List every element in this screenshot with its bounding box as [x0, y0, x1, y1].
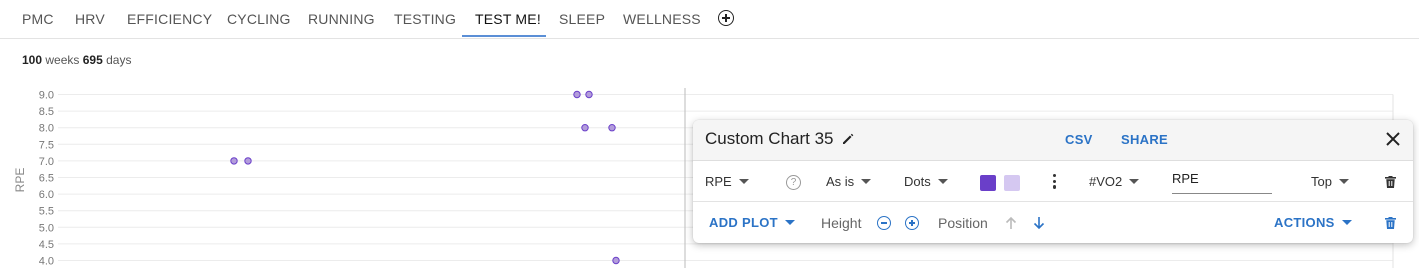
- chevron-down-icon: [861, 179, 872, 184]
- tab-bar: PMC HRV EFFICIENCY CYCLING RUNNING TESTI…: [0, 0, 1419, 39]
- y-tick-label: 4.5: [39, 239, 54, 251]
- y-tick-label: 8.5: [39, 106, 54, 118]
- y-axis-ticks: 9.0 8.5 8.0 7.5 7.0 6.5 6.0 5.5 5.0 4.5 4.0: [39, 90, 54, 268]
- metric-select[interactable]: RPE: [705, 174, 749, 189]
- data-point[interactable]: [612, 256, 620, 265]
- y-tick-label: 8.0: [39, 123, 54, 135]
- more-options-icon[interactable]: [1053, 174, 1057, 190]
- tab-cycling[interactable]: CYCLING: [227, 11, 291, 27]
- share-button[interactable]: SHARE: [1121, 132, 1168, 147]
- chevron-down-icon: [784, 220, 795, 225]
- decrease-height-icon[interactable]: [877, 216, 891, 230]
- y-tick-label: 9.0: [39, 90, 54, 102]
- close-icon[interactable]: [1385, 131, 1401, 147]
- days-unit: days: [106, 53, 132, 67]
- tab-pmc[interactable]: PMC: [22, 11, 54, 27]
- chevron-down-icon: [1338, 179, 1349, 184]
- edit-pencil-icon[interactable]: [841, 132, 855, 146]
- y-tick-label: 5.5: [39, 206, 54, 218]
- metric-select-value: RPE: [705, 174, 732, 189]
- tab-wellness[interactable]: WELLNESS: [623, 11, 701, 27]
- data-point[interactable]: [581, 124, 589, 132]
- actions-label: ACTIONS: [1274, 215, 1335, 230]
- add-plot-button[interactable]: ADD PLOT: [709, 215, 795, 230]
- weeks-unit: weeks: [45, 53, 80, 67]
- y-tick-label: 5.0: [39, 222, 54, 234]
- arrow-up-icon[interactable]: [1005, 216, 1017, 230]
- active-tab-indicator: [462, 35, 546, 37]
- chevron-down-icon: [1341, 220, 1352, 225]
- delete-plot-trash-icon[interactable]: [1385, 176, 1396, 188]
- chevron-down-icon: [1129, 179, 1140, 184]
- tag-select[interactable]: #VO2: [1089, 174, 1140, 189]
- arrow-down-icon[interactable]: [1033, 216, 1045, 230]
- tab-running[interactable]: RUNNING: [308, 11, 375, 27]
- panel-title: Custom Chart 35: [705, 129, 834, 148]
- tag-select-value: #VO2: [1089, 174, 1123, 189]
- chevron-down-icon: [738, 179, 749, 184]
- y-tick-label: 7.0: [39, 156, 54, 168]
- style-select-value: Dots: [904, 174, 931, 189]
- tab-efficiency[interactable]: EFFICIENCY: [127, 11, 212, 27]
- height-label: Height: [821, 215, 862, 231]
- csv-button[interactable]: CSV: [1065, 132, 1093, 147]
- style-select[interactable]: Dots: [904, 174, 948, 189]
- actions-button[interactable]: ACTIONS: [1274, 215, 1352, 230]
- date-range-summary: 100 weeks 695 days: [22, 53, 131, 67]
- chart-controls-row: ADD PLOT Height Position ACTIONS: [693, 202, 1413, 242]
- y-tick-label: 7.5: [39, 139, 54, 151]
- data-point[interactable]: [230, 157, 238, 165]
- transform-select[interactable]: As is: [826, 174, 872, 189]
- delete-chart-trash-icon[interactable]: [1385, 217, 1396, 229]
- data-point[interactable]: [573, 90, 581, 99]
- y-axis-label: RPE: [13, 168, 27, 193]
- days-value: 695: [82, 53, 103, 67]
- add-tab-icon[interactable]: [718, 10, 734, 26]
- light-color-swatch[interactable]: [1004, 175, 1020, 191]
- tab-sleep[interactable]: SLEEP: [559, 11, 605, 27]
- data-point[interactable]: [585, 90, 593, 99]
- help-icon[interactable]: ?: [786, 175, 801, 190]
- increase-height-icon[interactable]: [905, 216, 919, 230]
- plot-row: RPE ? As is Dots #VO2 RPE Top: [693, 161, 1413, 202]
- data-point[interactable]: [244, 157, 252, 165]
- main-color-swatch[interactable]: [980, 175, 996, 191]
- y-tick-label: 6.0: [39, 189, 54, 201]
- tab-test-me[interactable]: TEST ME!: [475, 11, 541, 27]
- position-label: Position: [938, 215, 988, 231]
- data-point[interactable]: [608, 124, 616, 132]
- weeks-value: 100: [22, 53, 43, 67]
- axis-position-value: Top: [1311, 174, 1332, 189]
- plot-label-input[interactable]: RPE: [1172, 171, 1272, 194]
- y-tick-label: 4.0: [39, 256, 54, 268]
- chevron-down-icon: [937, 179, 948, 184]
- axis-position-select[interactable]: Top: [1311, 174, 1349, 189]
- y-tick-label: 6.5: [39, 173, 54, 185]
- panel-header: Custom Chart 35 CSV SHARE: [693, 120, 1413, 161]
- tab-testing[interactable]: TESTING: [394, 11, 456, 27]
- add-plot-label: ADD PLOT: [709, 215, 778, 230]
- tab-hrv[interactable]: HRV: [75, 11, 105, 27]
- transform-select-value: As is: [826, 174, 855, 189]
- custom-chart-panel: Custom Chart 35 CSV SHARE RPE ? As is Do…: [693, 120, 1413, 243]
